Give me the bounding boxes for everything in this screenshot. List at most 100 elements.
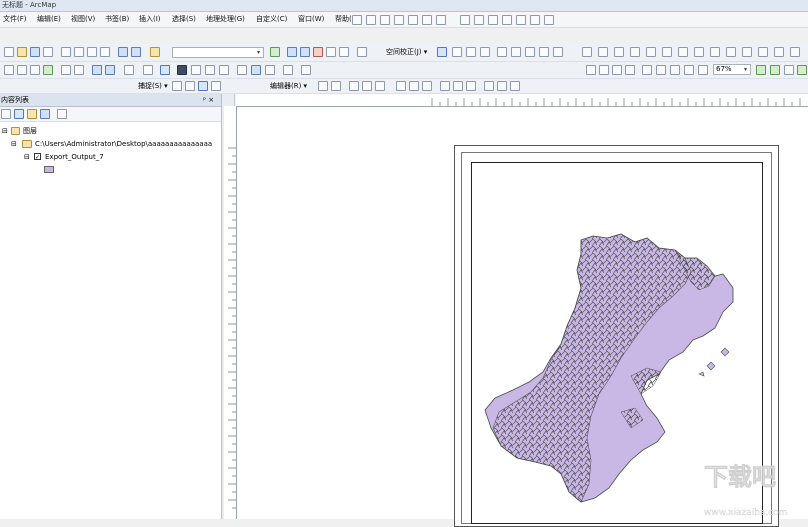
build-topology-icon[interactable]: [758, 47, 768, 57]
measure-tool-icon[interactable]: [219, 65, 229, 75]
full-extent-icon[interactable]: [43, 65, 53, 75]
reshape-edge-icon[interactable]: [678, 47, 688, 57]
menu-windows[interactable]: 窗口(W): [298, 15, 324, 24]
clear-selection-icon[interactable]: [143, 65, 153, 75]
viewer-window-icon[interactable]: [301, 65, 311, 75]
undo-icon[interactable]: [118, 47, 128, 57]
menu-edit[interactable]: 编辑(E): [37, 15, 61, 24]
fixed-layout-zoom-in-icon[interactable]: [656, 65, 666, 75]
point-snap-icon[interactable]: [172, 81, 182, 91]
fix-error-icon[interactable]: [630, 47, 640, 57]
find-icon[interactable]: [544, 15, 554, 25]
menu-geoprocessing[interactable]: 地理处理(G): [206, 15, 245, 24]
open-folder-icon[interactable]: [17, 47, 27, 57]
line-tool-icon[interactable]: [466, 47, 476, 57]
generalize-icon[interactable]: [726, 47, 736, 57]
topology-more-icon[interactable]: [790, 47, 800, 57]
layout-zoom-combo[interactable]: 67% ▾: [713, 64, 751, 75]
identify-info-icon[interactable]: [177, 65, 187, 75]
measure-icon[interactable]: [516, 15, 526, 25]
table-tool-icon[interactable]: [474, 15, 484, 25]
cut-polygons-icon[interactable]: [396, 81, 406, 91]
map-topology-icon[interactable]: [598, 47, 608, 57]
grid-icon[interactable]: [497, 47, 507, 57]
vertex-snap-icon[interactable]: [198, 81, 208, 91]
move-tool-icon[interactable]: [366, 15, 376, 25]
select-features-icon[interactable]: [124, 65, 134, 75]
time-slider-icon[interactable]: [283, 65, 293, 75]
toggle-draft-icon[interactable]: [756, 65, 766, 75]
edit-annotation-icon[interactable]: [484, 81, 494, 91]
list-by-drawing-order-icon[interactable]: [1, 109, 11, 119]
find-binoculars-icon[interactable]: [237, 65, 247, 75]
delete-icon[interactable]: [100, 47, 110, 57]
scale-tool-icon[interactable]: [394, 15, 404, 25]
zoom-whole-page-icon[interactable]: [625, 65, 635, 75]
sketch-tool-icon[interactable]: [452, 47, 462, 57]
split-tool-icon[interactable]: [409, 81, 419, 91]
list-by-visibility-icon[interactable]: [27, 109, 37, 119]
attribute-table-icon[interactable]: [511, 47, 521, 57]
layout-zoom-out-icon[interactable]: [599, 65, 609, 75]
layer-name-label[interactable]: Export_Output_7: [45, 152, 104, 162]
pan-hand-icon[interactable]: [30, 65, 40, 75]
paste-icon[interactable]: [87, 47, 97, 57]
html-popup-icon[interactable]: [205, 65, 215, 75]
add-data-icon[interactable]: [150, 47, 160, 57]
layer-symbol-swatch[interactable]: [44, 166, 54, 173]
collapse-layer-icon[interactable]: ⊟: [24, 152, 30, 162]
show-shared-icon[interactable]: [742, 47, 752, 57]
arctoolbox-icon[interactable]: [326, 47, 336, 57]
back-arrow-icon[interactable]: [92, 65, 102, 75]
python-window-icon[interactable]: [339, 47, 349, 57]
data-driven-pages-icon[interactable]: [797, 65, 807, 75]
previous-extent-icon[interactable]: [684, 65, 694, 75]
eraser-icon[interactable]: [480, 47, 490, 57]
next-extent-icon[interactable]: [698, 65, 708, 75]
rotate-tool-icon[interactable]: [380, 15, 390, 25]
menu-customize[interactable]: 自定义(C): [256, 15, 287, 24]
edit-pointer-icon[interactable]: [318, 81, 328, 91]
new-document-icon[interactable]: [4, 47, 14, 57]
menu-selection[interactable]: 选择(S): [172, 15, 196, 24]
map-scale-combo[interactable]: ▾: [172, 47, 264, 58]
list-by-selection-icon[interactable]: [40, 109, 50, 119]
topology-options-icon[interactable]: [774, 47, 784, 57]
zoom-out-icon[interactable]: [17, 65, 27, 75]
search-window-icon[interactable]: [313, 47, 323, 57]
editor-dropdown[interactable]: 编辑器(R) ▾: [270, 81, 307, 91]
straight-segment-icon[interactable]: [349, 81, 359, 91]
create-features-icon[interactable]: [466, 81, 476, 91]
fixed-layout-zoom-out-icon[interactable]: [670, 65, 680, 75]
fixed-zoom-out-icon[interactable]: [74, 65, 84, 75]
list-by-source-icon[interactable]: [14, 109, 24, 119]
grid-tool-icon[interactable]: [460, 15, 470, 25]
layer-visibility-checkbox[interactable]: ✓: [34, 153, 41, 161]
view-link-table-icon[interactable]: [422, 15, 432, 25]
collapse-layers-icon[interactable]: ⊟: [2, 126, 8, 136]
go-to-xy-icon[interactable]: [265, 65, 275, 75]
validate-icon[interactable]: [614, 47, 624, 57]
redo-icon[interactable]: [131, 47, 141, 57]
edit-vertices-icon[interactable]: [331, 81, 341, 91]
folder-path-label[interactable]: C:\Users\Administrator\Desktop\aaaaaaaaa…: [35, 139, 219, 149]
save-icon[interactable]: [30, 47, 40, 57]
identify-icon[interactable]: [530, 15, 540, 25]
select-elements-icon[interactable]: [502, 15, 512, 25]
edge-snap-icon[interactable]: [211, 81, 221, 91]
adjust-icon[interactable]: [539, 47, 549, 57]
catalog-window-icon[interactable]: [300, 47, 310, 57]
menu-file[interactable]: 文件(F): [3, 15, 27, 24]
georeferencing-dropdown[interactable]: 空间校正(J) ▾: [386, 47, 427, 57]
layers-root-label[interactable]: 图层: [23, 126, 37, 136]
layout-tool-icon[interactable]: [488, 15, 498, 25]
rotate-edit-icon[interactable]: [422, 81, 432, 91]
align-edge-icon[interactable]: [710, 47, 720, 57]
topology-icon[interactable]: [582, 47, 592, 57]
print-icon[interactable]: [43, 47, 53, 57]
collapse-folder-icon[interactable]: ⊟: [11, 139, 17, 149]
menu-view[interactable]: 视图(V): [71, 15, 95, 24]
edit-dimension-icon[interactable]: [497, 81, 507, 91]
find-route-icon[interactable]: [251, 65, 261, 75]
fixed-zoom-in-icon[interactable]: [61, 65, 71, 75]
